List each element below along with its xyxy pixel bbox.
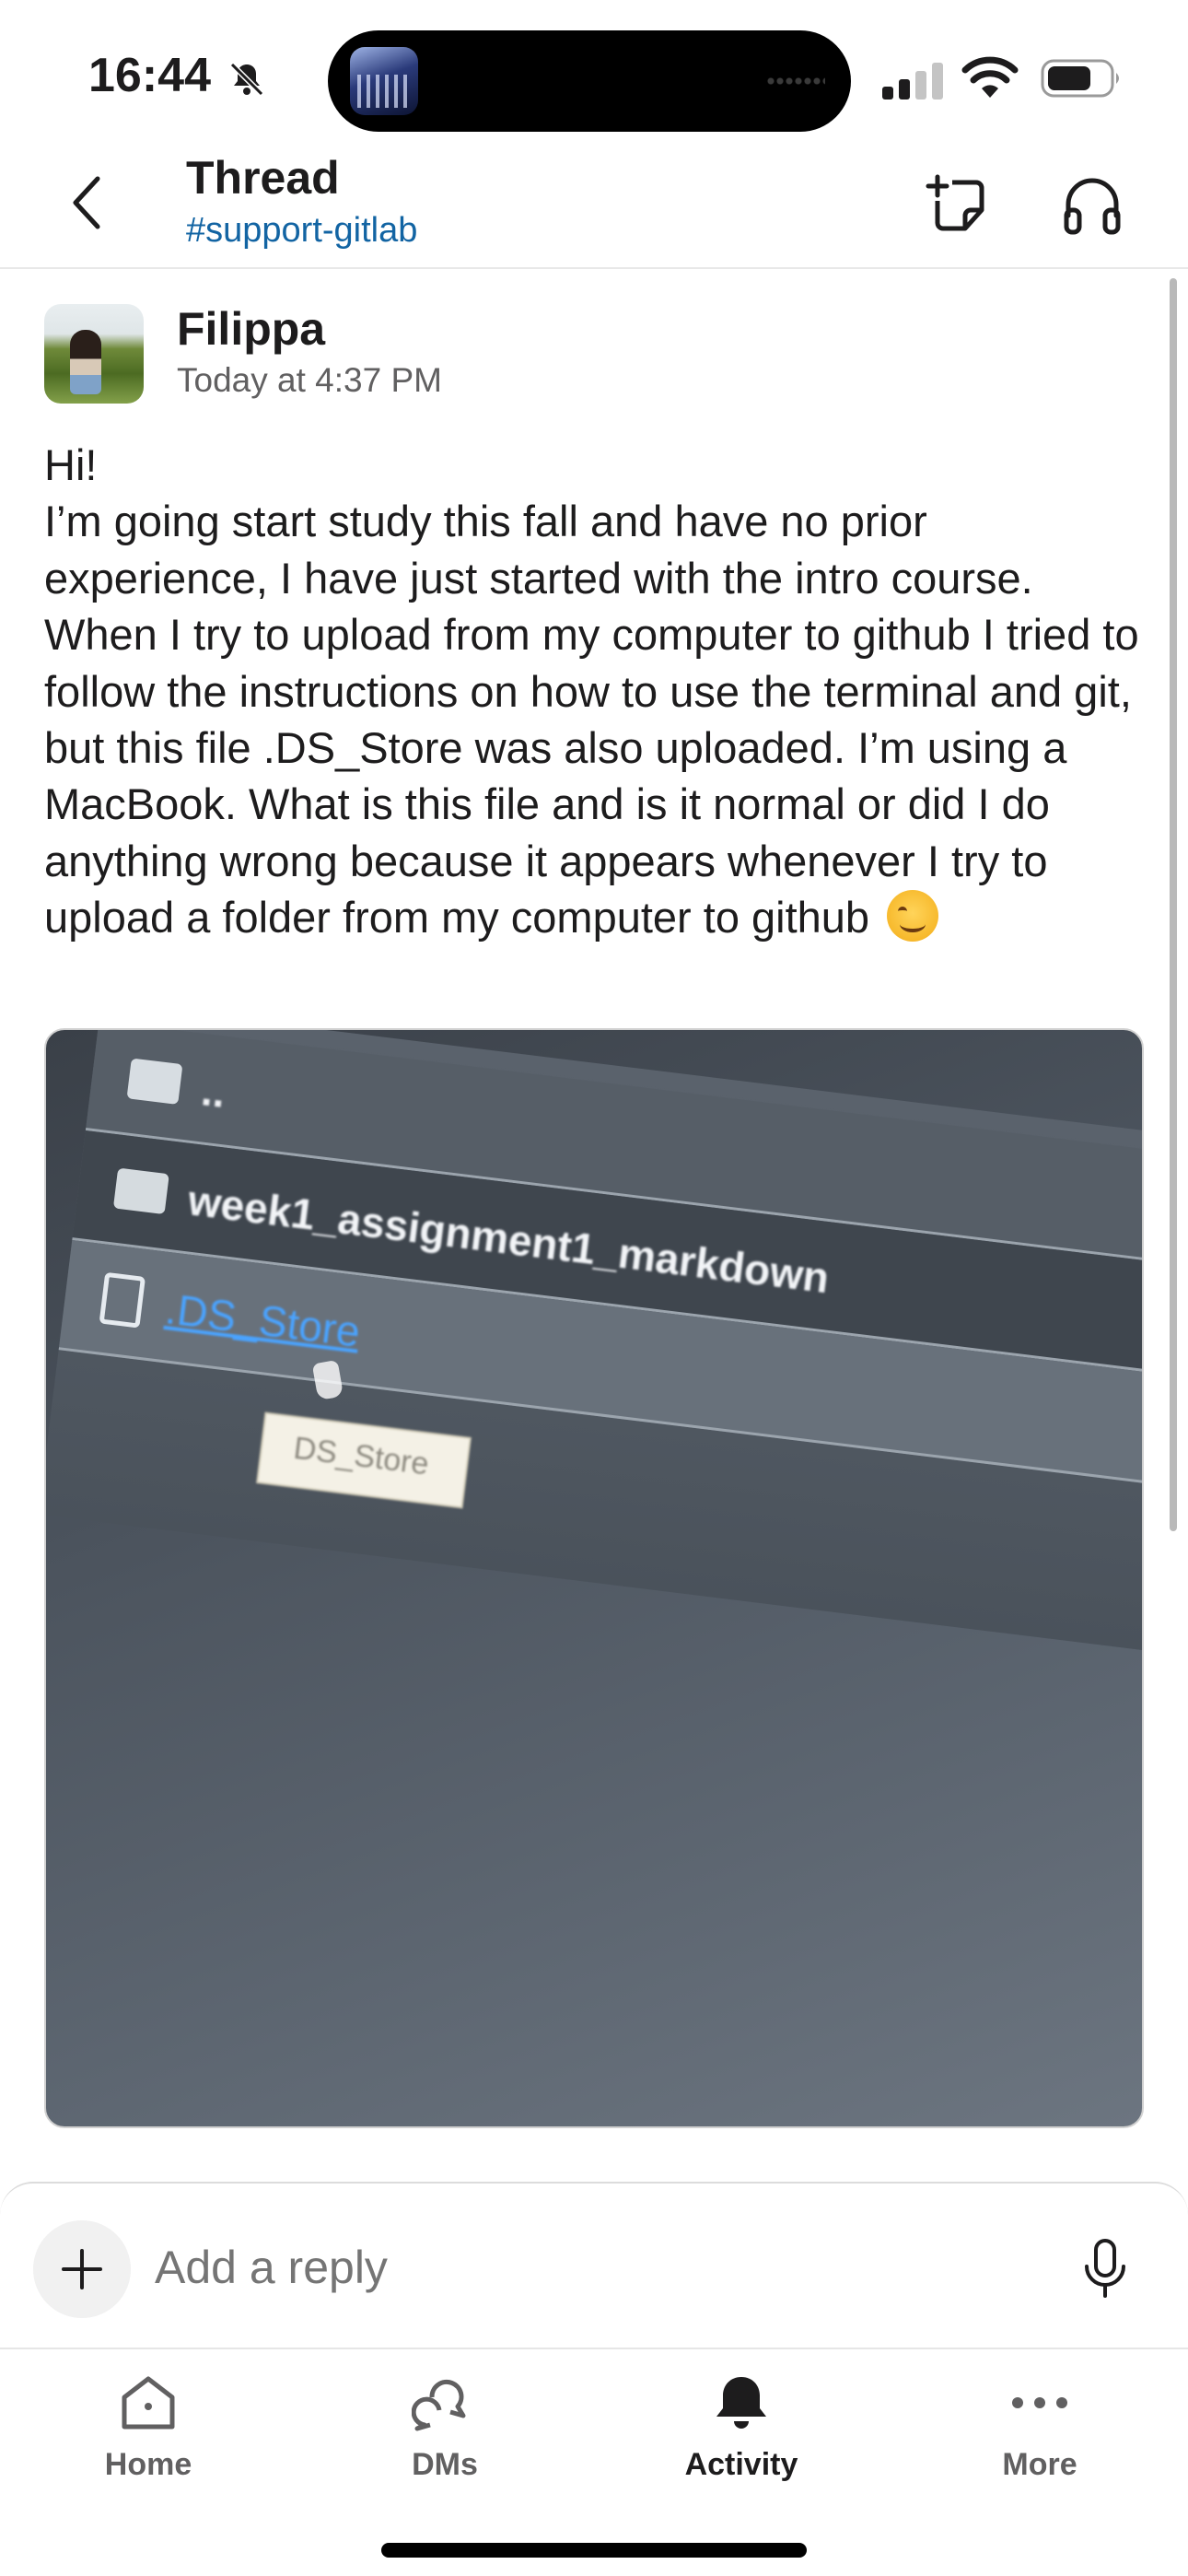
cellular-signal-icon <box>882 63 943 100</box>
more-dots-icon <box>1012 2397 1067 2408</box>
tab-home[interactable]: Home <box>33 2370 263 2489</box>
battery-icon <box>1041 59 1119 98</box>
home-icon <box>122 2376 175 2430</box>
tab-label: DMs <box>412 2447 478 2482</box>
bell-icon <box>716 2377 766 2429</box>
message-text: I’m going start study this fall and have… <box>44 493 1149 945</box>
home-indicator[interactable] <box>381 2543 807 2558</box>
attached-image[interactable]: .. week1_assignment1_markdown .DS_Store … <box>44 1028 1144 2128</box>
audio-waveform-icon <box>766 75 825 88</box>
dms-icon <box>412 2379 466 2431</box>
tab-more[interactable]: More <box>925 2370 1155 2489</box>
thread-header: Thread #support-gitlab <box>0 138 1188 269</box>
reply-input[interactable] <box>155 2241 891 2294</box>
scrollbar[interactable] <box>1170 278 1177 1531</box>
message-author[interactable]: Filippa <box>177 302 325 356</box>
headphones-icon[interactable] <box>1059 171 1125 238</box>
now-playing-artwork <box>350 47 418 115</box>
page-title: Thread <box>186 152 340 204</box>
folder-icon <box>112 1167 169 1215</box>
folder-icon <box>126 1058 183 1105</box>
tab-label: Activity <box>684 2447 798 2482</box>
microphone-icon[interactable] <box>1077 2237 1133 2303</box>
tab-label: Home <box>104 2447 192 2482</box>
avatar[interactable] <box>44 304 144 404</box>
photo-row-label: .. <box>199 1066 228 1117</box>
status-time: 16:44 <box>88 49 211 102</box>
message-body: Hi! I’m going start study this fall and … <box>44 437 1149 946</box>
message-text-content: I’m going start study this fall and have… <box>44 497 1139 943</box>
wifi-icon <box>961 56 1019 98</box>
status-bar: 16:44 <box>0 0 1188 138</box>
new-note-icon[interactable] <box>925 171 991 238</box>
add-attachment-button[interactable] <box>33 2220 131 2318</box>
file-icon <box>99 1271 146 1329</box>
dynamic-island[interactable] <box>328 30 851 132</box>
tab-activity[interactable]: Activity <box>626 2370 856 2489</box>
bell-slash-icon <box>229 62 264 97</box>
tab-dms[interactable]: DMs <box>330 2370 560 2489</box>
message-timestamp: Today at 4:37 PM <box>177 361 442 399</box>
message-greeting: Hi! <box>44 440 98 489</box>
tab-bar: Home DMs Activity More <box>0 2348 1188 2576</box>
reply-composer <box>0 2182 1188 2348</box>
channel-link[interactable]: #support-gitlab <box>186 208 417 252</box>
photo-row-label: .DS_Store <box>162 1284 363 1356</box>
smiling-face-emoji <box>887 890 939 943</box>
photo-file-list: .. week1_assignment1_markdown .DS_Store <box>46 1030 1142 1661</box>
back-chevron-icon[interactable] <box>59 166 118 240</box>
header-title-group: Thread #support-gitlab <box>186 147 417 252</box>
tab-label: More <box>1002 2447 1077 2482</box>
